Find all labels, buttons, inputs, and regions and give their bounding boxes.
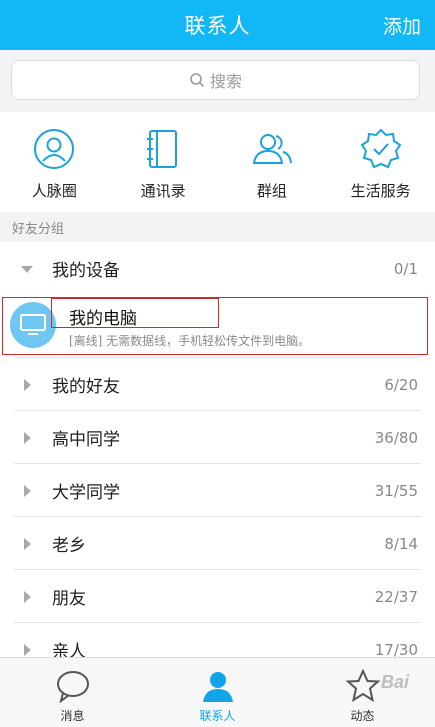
- add-button[interactable]: 添加: [383, 0, 421, 50]
- group-count: 36/80: [374, 428, 418, 447]
- highlight-box-name: [51, 298, 219, 328]
- quick-label: 人脉圈: [31, 182, 77, 200]
- group-row-hometown[interactable]: 老乡 8/14: [0, 517, 435, 570]
- group-row-family[interactable]: 亲人 17/30: [0, 623, 435, 657]
- caret-right-icon: [24, 378, 31, 391]
- group-name: 高中同学: [52, 430, 120, 450]
- chat-bubble-icon: [55, 668, 91, 704]
- quick-label: 群组: [256, 182, 287, 200]
- group-count: 22/37: [374, 587, 418, 606]
- quick-contacts-circle[interactable]: 人脉圈: [0, 112, 109, 212]
- caret-down-icon: [21, 265, 33, 273]
- group-row-friends[interactable]: 朋友 22/37: [0, 570, 435, 623]
- group-row-my-friends[interactable]: 我的好友 6/20: [0, 358, 435, 411]
- top-bar: 联系人 添加: [0, 0, 435, 50]
- caret-right-icon: [24, 484, 31, 497]
- life-service-icon: [358, 126, 404, 172]
- group-name: 朋友: [52, 589, 86, 609]
- tab-feed[interactable]: 动态: [290, 658, 435, 727]
- address-book-icon: [140, 126, 186, 172]
- group-count: 6/20: [384, 375, 418, 394]
- star-icon: [344, 668, 381, 704]
- tab-label: 消息: [60, 709, 85, 723]
- tab-label: 联系人: [199, 709, 236, 723]
- quick-label: 生活服务: [350, 182, 411, 200]
- quick-label: 通讯录: [140, 182, 186, 200]
- tab-label: 动态: [350, 709, 375, 723]
- group-count: 31/55: [374, 481, 418, 500]
- contacts-circle-icon: [31, 126, 77, 172]
- quick-group[interactable]: 群组: [218, 112, 327, 212]
- page-title: 联系人: [184, 14, 251, 38]
- watermark: Bai: [380, 672, 409, 692]
- caret-right-icon: [24, 643, 31, 656]
- search-icon: [190, 73, 205, 88]
- group-name: 老乡: [52, 536, 86, 556]
- group-name: 我的好友: [52, 377, 120, 397]
- caret-right-icon: [24, 537, 31, 550]
- group-name: 大学同学: [52, 483, 120, 503]
- bottom-tab-bar: 消息 联系人 动态: [0, 657, 435, 727]
- group-count: 8/14: [384, 534, 418, 553]
- quick-actions: 人脉圈 通讯录 群组 生活服务: [0, 112, 435, 212]
- quick-address-book[interactable]: 通讯录: [109, 112, 218, 212]
- caret-right-icon: [24, 431, 31, 444]
- group-count: 0/1: [393, 259, 418, 278]
- group-name: 亲人: [52, 642, 86, 657]
- person-icon: [200, 668, 236, 704]
- caret-right-icon: [24, 590, 31, 603]
- group-count: 17/30: [374, 640, 418, 658]
- search-placeholder: 搜索: [209, 72, 242, 91]
- group-icon: [249, 126, 295, 172]
- group-row-high-school[interactable]: 高中同学 36/80: [0, 411, 435, 464]
- group-row-my-devices[interactable]: 我的设备 0/1: [0, 242, 435, 295]
- group-row-university[interactable]: 大学同学 31/55: [0, 464, 435, 517]
- device-row-my-computer[interactable]: 我的电脑 [离线] 无需数据线，手机轻松传文件到电脑。: [0, 296, 435, 358]
- quick-life-service[interactable]: 生活服务: [326, 112, 435, 212]
- row-divider: [14, 357, 421, 358]
- tab-messages[interactable]: 消息: [0, 658, 145, 727]
- section-header: 好友分组: [0, 212, 435, 242]
- tab-contacts[interactable]: 联系人: [145, 658, 290, 727]
- search-area: 搜索: [0, 50, 435, 112]
- search-input[interactable]: 搜索: [11, 60, 420, 100]
- group-name: 我的设备: [52, 261, 120, 281]
